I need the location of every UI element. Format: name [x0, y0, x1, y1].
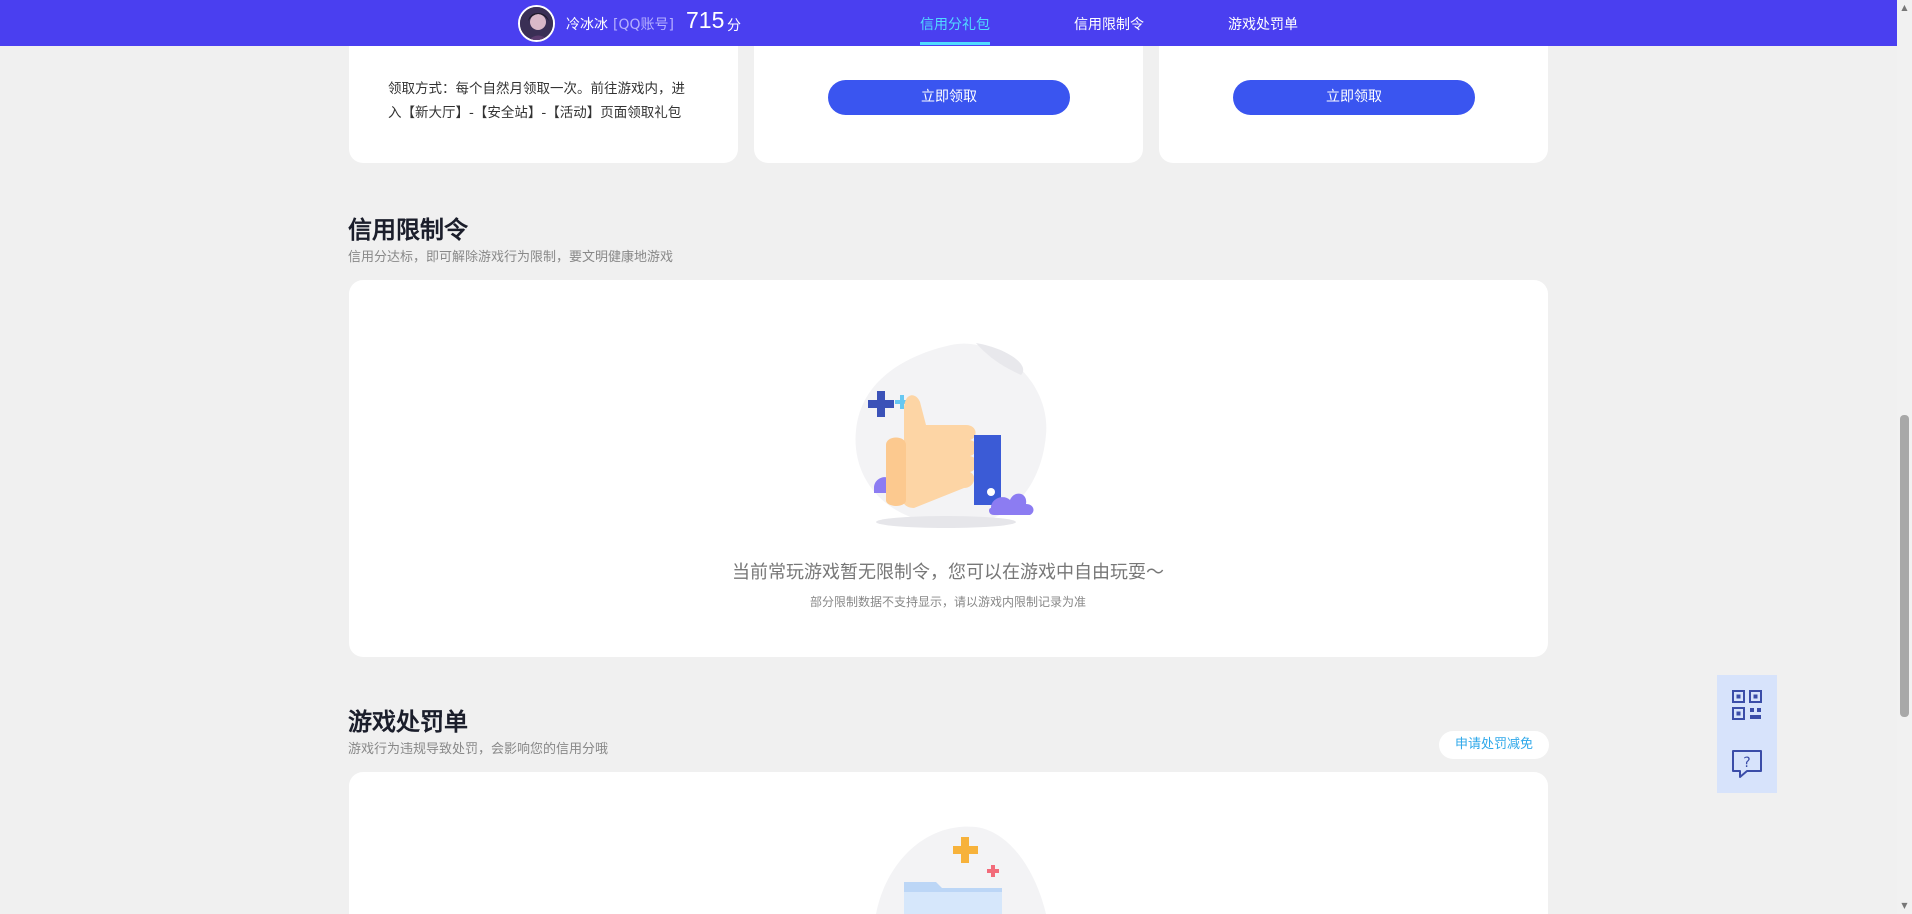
- thumbs-up-illustration-icon: [855, 343, 1047, 528]
- apply-penalty-reduction-button[interactable]: 申请处罚减免: [1439, 731, 1549, 759]
- avatar-image-icon: [520, 7, 553, 40]
- gift-claim-instructions: 领取方式：每个自然月领取一次。前往游戏内，进 入【新大厅】-【安全站】-【活动】…: [388, 77, 700, 125]
- tab-credit-restriction[interactable]: 信用限制令: [1074, 14, 1144, 34]
- help-chat-icon: ?: [1732, 749, 1762, 778]
- svg-text:?: ?: [1743, 755, 1750, 771]
- credit-score-unit: 分: [727, 18, 741, 34]
- top-nav-bar: 冷冰冰 [QQ账号] 715 分 信用分礼包 信用限制令 游戏处罚单: [0, 0, 1897, 46]
- restriction-section-subtitle: 信用分达标，即可解除游戏行为限制，要文明健康地游戏: [348, 250, 674, 265]
- restriction-empty-note: 部分限制数据不支持显示，请以游戏内限制记录为准: [809, 595, 1086, 609]
- restriction-section-title: 信用限制令: [348, 216, 468, 244]
- qr-code-button[interactable]: [1717, 675, 1777, 734]
- help-button[interactable]: ?: [1717, 734, 1777, 793]
- gift-desc-line-2: 入【新大厅】-【安全站】-【活动】页面领取礼包: [388, 105, 682, 121]
- penalty-section-title: 游戏处罚单: [348, 708, 468, 736]
- scroll-up-arrow-icon[interactable]: ▲: [1899, 2, 1910, 13]
- qr-code-icon: [1732, 689, 1762, 720]
- account-type: [QQ账号]: [613, 17, 674, 33]
- user-name: 冷冰冰: [566, 17, 608, 33]
- penalty-section-subtitle: 游戏行为违规导致处罚，会影响您的信用分哦: [348, 742, 609, 757]
- page: 冷冰冰 [QQ账号] 715 分 信用分礼包 信用限制令 游戏处罚单 领取方式：…: [0, 0, 1912, 914]
- tab-game-penalty[interactable]: 游戏处罚单: [1228, 14, 1298, 34]
- tab-credit-gift[interactable]: 信用分礼包: [920, 14, 990, 34]
- avatar[interactable]: [518, 5, 555, 42]
- credit-score: 715: [686, 7, 725, 33]
- active-tab-indicator: [920, 42, 990, 45]
- scroll-down-arrow-icon[interactable]: ▼: [1899, 900, 1910, 911]
- gift-desc-line-1: 领取方式：每个自然月领取一次。前往游戏内，进: [388, 81, 685, 97]
- folder-illustration-icon: [876, 826, 1046, 914]
- scrollbar-thumb[interactable]: [1900, 415, 1909, 717]
- claim-now-button-2[interactable]: 立即领取: [1233, 80, 1475, 115]
- restriction-empty-message: 当前常玩游戏暂无限制令，您可以在游戏中自由玩耍～: [732, 562, 1164, 583]
- claim-now-button-1[interactable]: 立即领取: [828, 80, 1070, 115]
